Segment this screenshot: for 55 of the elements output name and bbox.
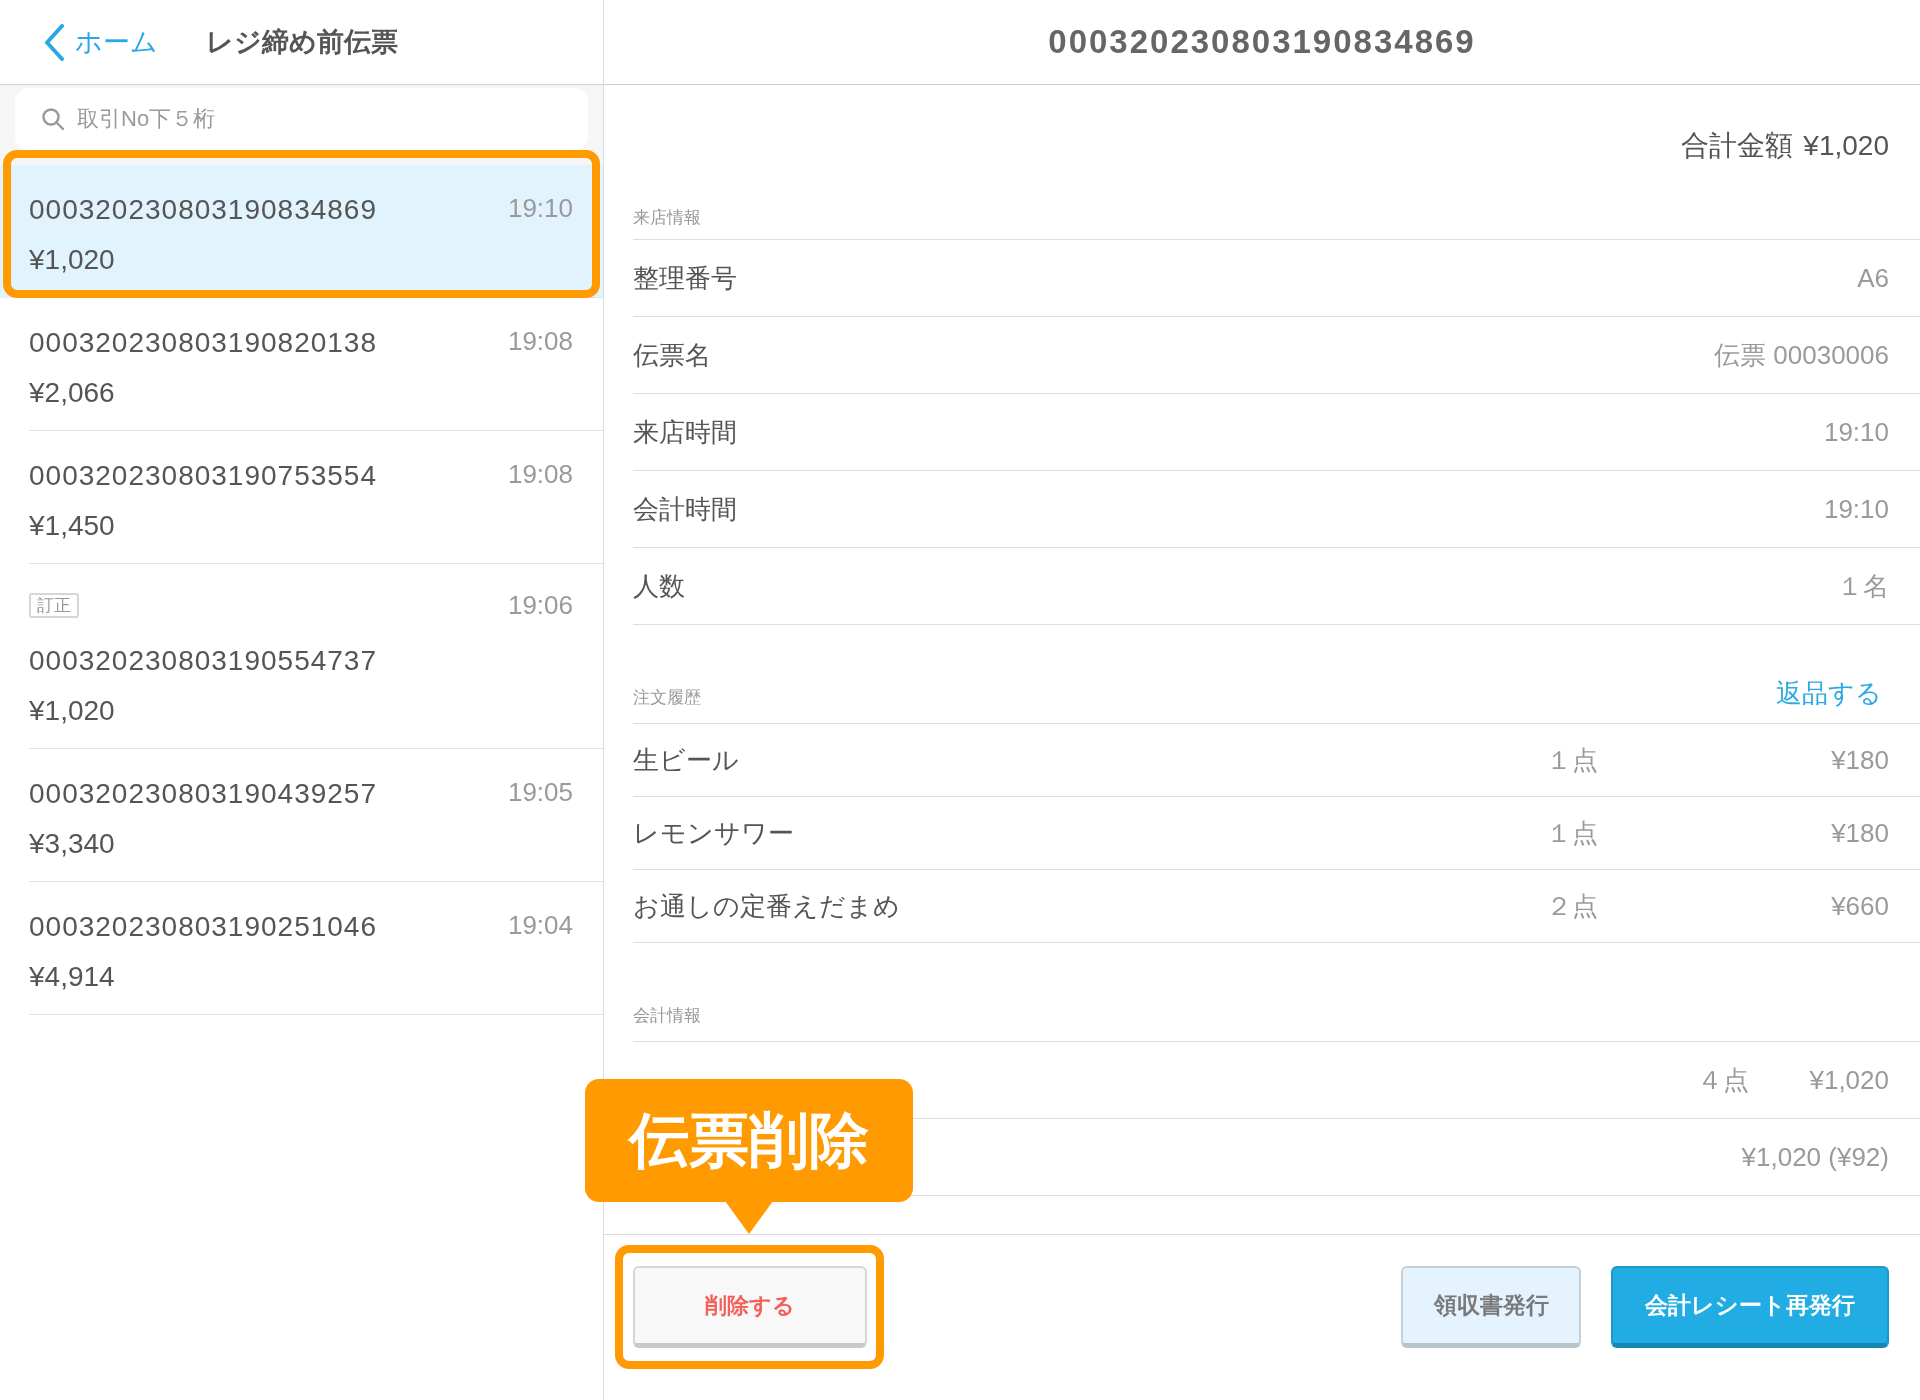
- slip-amount: ¥4,914: [29, 960, 116, 994]
- slip-number: 000320230803190834869: [29, 193, 378, 227]
- search-field[interactable]: 取引No下５桁: [15, 88, 588, 150]
- order-item-name: 生ビール: [633, 743, 740, 777]
- order-price: ¥180: [1830, 816, 1889, 850]
- order-item-name: お通しの定番えだまめ: [633, 889, 901, 923]
- slip-time: 19:06: [507, 590, 573, 620]
- info-label: 会計時間: [633, 492, 737, 526]
- slip-amount: ¥1,020: [29, 694, 116, 728]
- status-tag: 訂正: [29, 592, 79, 618]
- info-label: 人数: [633, 569, 685, 603]
- search-input[interactable]: 取引No下５桁: [77, 104, 497, 134]
- callout: 伝票削除: [585, 1079, 913, 1202]
- search-icon: [41, 107, 65, 131]
- slip-number: 000320230803190753554: [29, 459, 378, 493]
- total-amount: ¥1,020: [1803, 129, 1889, 163]
- info-value: 19:10: [1823, 492, 1889, 526]
- slip-number: 000320230803190251046: [29, 910, 378, 944]
- payment-amount: ¥1,020: [1808, 1063, 1889, 1097]
- section-heading: 会計情報: [633, 1005, 701, 1027]
- slip-amount: ¥3,340: [29, 827, 116, 861]
- section-heading: 注文履歴: [633, 687, 701, 709]
- chevron-left-icon: [44, 23, 65, 61]
- order-quantity: １点: [1546, 816, 1598, 850]
- slip-number: 000320230803190439257: [29, 777, 378, 811]
- slip-amount: ¥1,450: [29, 509, 116, 543]
- receipt-button[interactable]: 領収書発行: [1401, 1266, 1581, 1348]
- total-label: 合計金額: [1681, 129, 1794, 163]
- info-value: 19:10: [1823, 415, 1889, 449]
- slip-time: 19:08: [507, 459, 573, 489]
- callout-pointer-icon: [725, 1201, 773, 1234]
- section-heading: 来店情報: [633, 207, 701, 229]
- payment-quantity: ４点: [1697, 1063, 1749, 1097]
- info-label: 整理番号: [633, 261, 737, 295]
- order-quantity: １点: [1546, 743, 1598, 777]
- slip-amount: ¥2,066: [29, 376, 116, 410]
- slip-number: 000320230803190820138: [29, 326, 378, 360]
- info-value: 伝票 00030006: [1714, 338, 1889, 372]
- order-price: ¥180: [1830, 743, 1889, 777]
- slip-time: 19:10: [507, 193, 573, 223]
- slip-number: 000320230803190554737: [29, 644, 379, 678]
- slip-time: 19:04: [507, 910, 573, 940]
- order-item-name: レモンサワー: [633, 816, 795, 850]
- order-quantity: ２点: [1546, 889, 1598, 923]
- info-label: 伝票名: [633, 338, 711, 372]
- slip-time: 19:08: [507, 326, 573, 356]
- slip-time: 19:05: [507, 777, 573, 807]
- order-price: ¥660: [1830, 889, 1889, 923]
- slip-amount: ¥1,020: [29, 243, 116, 277]
- payment-amount: ¥1,020 (¥92): [1741, 1140, 1889, 1174]
- info-label: 来店時間: [633, 415, 737, 449]
- info-value: A6: [1857, 261, 1889, 295]
- info-value: １名: [1837, 569, 1889, 603]
- page-title: レジ締め前伝票: [206, 25, 398, 59]
- slip-title: 000320230803190834869: [1048, 22, 1476, 62]
